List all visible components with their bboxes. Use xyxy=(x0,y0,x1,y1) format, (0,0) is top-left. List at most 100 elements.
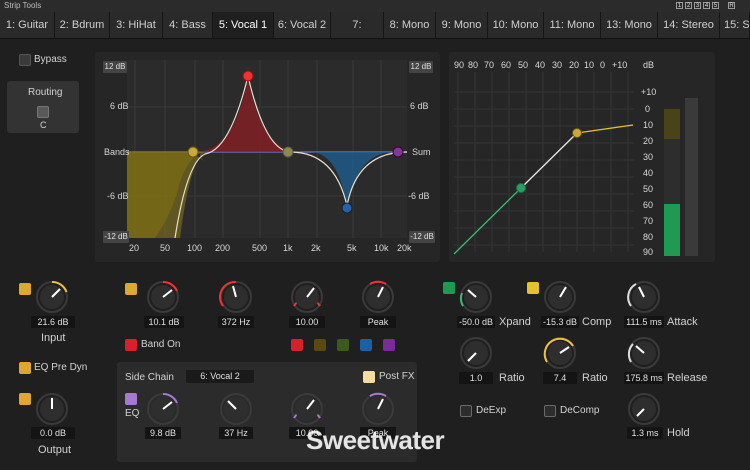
sc-q-knob[interactable] xyxy=(290,392,324,426)
tab-5-vocal-1[interactable]: 5: Vocal 1 xyxy=(213,12,274,38)
hold-knob[interactable] xyxy=(627,392,661,426)
tab-15-stereo[interactable]: 15: St xyxy=(720,12,750,38)
sc-eq-toggle[interactable] xyxy=(125,393,137,405)
input-gain-knob[interactable] xyxy=(35,280,69,314)
output-enable-toggle[interactable] xyxy=(19,393,31,405)
preset-4-button[interactable]: 4 xyxy=(703,2,710,9)
preset-3-button[interactable]: 3 xyxy=(694,2,701,9)
band-frequency-value: 372 Hz xyxy=(218,316,254,328)
output-label: Output xyxy=(38,444,72,456)
expander-ratio-label: Ratio xyxy=(499,372,525,384)
band-3-select[interactable] xyxy=(337,339,349,351)
expander-ratio-knob[interactable] xyxy=(459,336,493,370)
meter-tick-40: 40 xyxy=(643,168,654,178)
dyn-top-tick-20: 20 xyxy=(569,60,580,70)
expander-threshold-knob[interactable] xyxy=(459,280,493,314)
tab-2-bdrum[interactable]: 2: Bdrum xyxy=(55,12,110,38)
band-q-knob[interactable] xyxy=(290,280,324,314)
de-compressor-toggle[interactable] xyxy=(544,405,556,417)
input-enable-toggle[interactable] xyxy=(19,283,31,295)
eq-bottom-left-label: -12 dB xyxy=(103,231,129,243)
freq-tick-500: 500 xyxy=(252,243,268,253)
meter-tick-20: 20 xyxy=(643,136,654,146)
eq-sum-label: Sum xyxy=(412,147,431,157)
tab-6-vocal-2[interactable]: 6: Vocal 2 xyxy=(274,12,331,38)
tab-14-stereo[interactable]: 14: Stereo xyxy=(658,12,720,38)
de-expander-toggle[interactable] xyxy=(460,405,472,417)
eq-bottom-right-label: -12 dB xyxy=(409,231,435,243)
eq-enable-toggle[interactable] xyxy=(125,283,137,295)
routing-button[interactable] xyxy=(37,106,49,118)
meter-tick-70: 70 xyxy=(643,216,654,226)
tab-4-bass[interactable]: 4: Bass xyxy=(163,12,213,38)
band-5-select[interactable] xyxy=(383,339,395,351)
post-fx-toggle[interactable] xyxy=(363,371,375,383)
tab-1-guitar[interactable]: 1: Guitar xyxy=(0,12,55,38)
meter-tick-0: 0 xyxy=(645,104,651,114)
freq-tick-100: 100 xyxy=(187,243,203,253)
band-4-select[interactable] xyxy=(360,339,372,351)
sc-gain-knob[interactable] xyxy=(146,392,180,426)
compressor-enable-toggle[interactable] xyxy=(527,282,539,294)
meter-tick-30: 30 xyxy=(643,152,654,162)
eq-top-left-label: 12 dB xyxy=(103,61,127,73)
sc-eq-label: EQ xyxy=(125,408,140,419)
band-2-select[interactable] xyxy=(314,339,326,351)
tab-9-mono[interactable]: 9: Mono xyxy=(436,12,488,38)
comp-label: Comp xyxy=(582,316,612,328)
compressor-threshold-knob[interactable] xyxy=(543,280,577,314)
tab-3-hihat[interactable]: 3: HiHat xyxy=(110,12,163,38)
side-chain-source-select[interactable]: 6: Vocal 2 xyxy=(186,370,254,383)
tab-8-mono[interactable]: 8: Mono xyxy=(384,12,436,38)
preset-1-button[interactable]: 1 xyxy=(676,2,683,9)
eq-right-6db-label: 6 dB xyxy=(410,101,429,111)
meter-tick-plus10: +10 xyxy=(641,87,657,97)
freq-tick-50: 50 xyxy=(160,243,171,253)
eq-curve-display[interactable] xyxy=(95,52,440,262)
preset-2-button[interactable]: 2 xyxy=(685,2,692,9)
eq-pre-dyn-toggle[interactable] xyxy=(19,362,31,374)
band-on-toggle[interactable] xyxy=(125,339,137,351)
dyn-top-tick-10: 10 xyxy=(584,60,595,70)
compressor-ratio-knob[interactable] xyxy=(543,336,577,370)
preset-5-button[interactable]: 5 xyxy=(712,2,719,9)
freq-tick-200: 200 xyxy=(215,243,231,253)
sc-frequency-knob[interactable] xyxy=(219,392,253,426)
bypass-label: Bypass xyxy=(34,54,67,65)
sc-type-knob[interactable] xyxy=(361,392,395,426)
release-knob[interactable] xyxy=(627,336,661,370)
reset-button[interactable]: R xyxy=(728,2,735,9)
compressor-ratio-label: Ratio xyxy=(582,372,608,384)
release-label: Release xyxy=(667,372,708,384)
routing-label: Routing xyxy=(28,87,63,98)
dyn-top-tick-30: 30 xyxy=(552,60,563,70)
bypass-checkbox[interactable] xyxy=(19,54,31,66)
band-frequency-knob[interactable] xyxy=(219,280,253,314)
band-q-value: 10.00 xyxy=(289,316,325,328)
output-gain-knob[interactable] xyxy=(35,392,69,426)
band-type-knob[interactable] xyxy=(361,280,395,314)
tab-13-mono[interactable]: 13: Mono xyxy=(601,12,658,38)
post-fx-label: Post FX xyxy=(379,371,415,382)
deexp-label: DeExp xyxy=(476,405,507,416)
meter-tick-80: 80 xyxy=(643,232,654,242)
freq-tick-10k: 10k xyxy=(374,243,389,253)
input-label: Input xyxy=(41,332,66,344)
dyn-top-tick-50: 50 xyxy=(518,60,529,70)
expander-enable-toggle[interactable] xyxy=(443,282,455,294)
channel-tab-bar: 1: Guitar 2: Bdrum 3: HiHat 4: Bass 5: V… xyxy=(0,12,750,39)
dyn-top-unit: dB xyxy=(643,60,655,70)
compressor-threshold-value: -15.3 dB xyxy=(541,316,579,328)
eq-pre-dyn-label: EQ Pre Dyn xyxy=(34,362,88,373)
attack-knob[interactable] xyxy=(627,280,661,314)
eq-right-minus6db-label: -6 dB xyxy=(408,191,430,201)
meter-tick-60: 60 xyxy=(643,200,654,210)
tab-11-mono[interactable]: 11: Mono xyxy=(544,12,601,38)
title-bar: Strip Tools 1 2 3 4 5 R xyxy=(0,0,750,12)
dynamics-transfer-display[interactable] xyxy=(449,52,715,262)
tab-7[interactable]: 7: xyxy=(331,12,384,38)
band-gain-knob[interactable] xyxy=(146,280,180,314)
tab-10-mono[interactable]: 10: Mono xyxy=(488,12,544,38)
xpand-label: Xpand xyxy=(499,316,531,328)
band-1-select[interactable] xyxy=(291,339,303,351)
